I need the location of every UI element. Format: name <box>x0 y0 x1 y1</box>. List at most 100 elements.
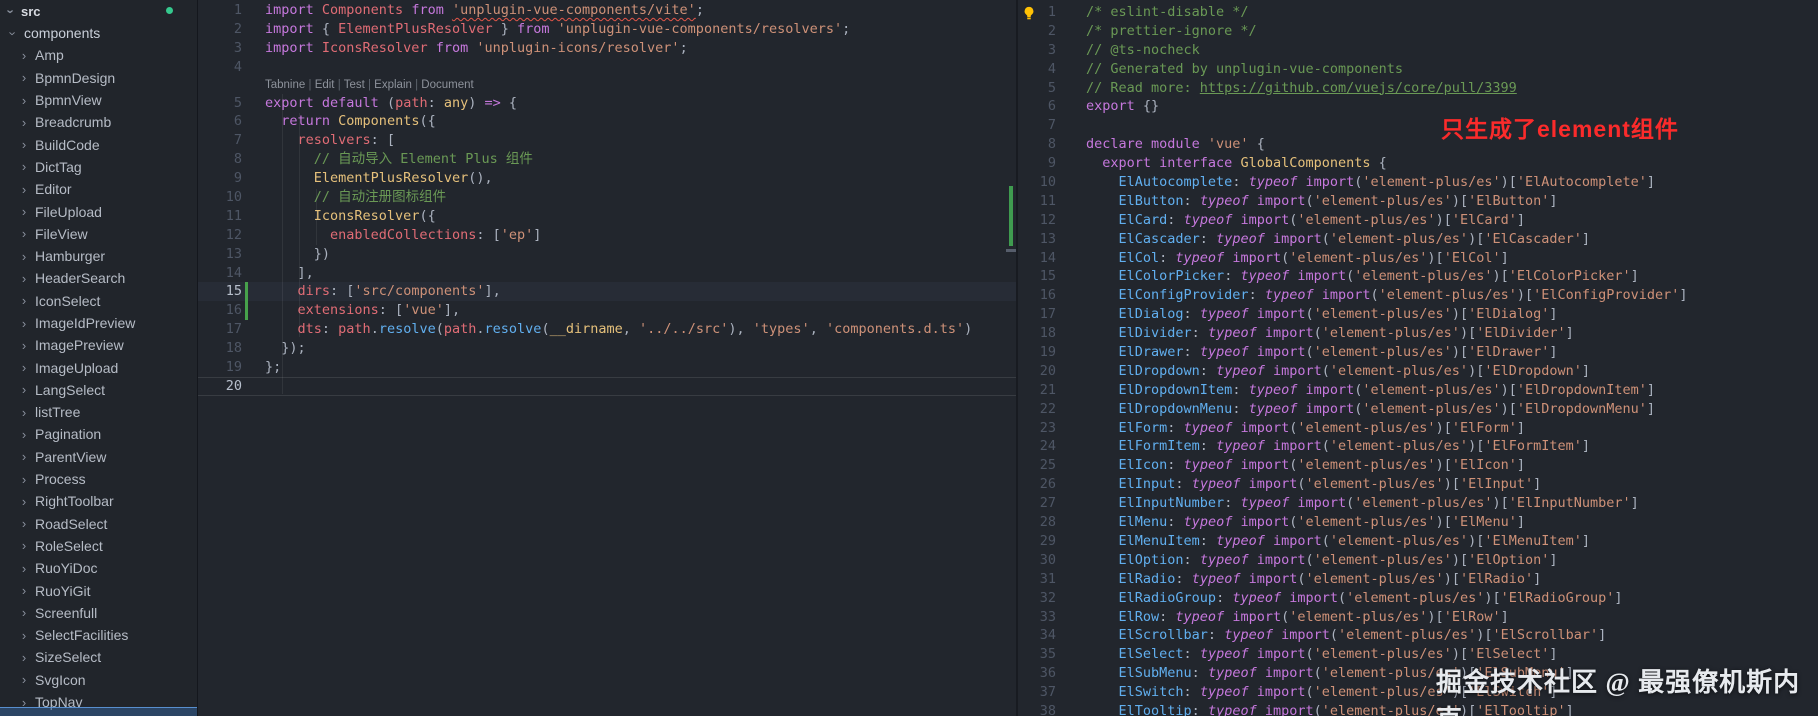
sidebar-item-label: Breadcrumb <box>35 114 111 130</box>
sidebar-item-components[interactable]: ›components <box>0 22 197 44</box>
code-line: 14 ], <box>198 264 1016 283</box>
code-text: ElCard: typeof import('element-plus/es')… <box>1064 211 1525 230</box>
line-number: 15 <box>1018 267 1056 286</box>
sidebar-item-BuildCode[interactable]: ›BuildCode <box>0 133 197 155</box>
code-text: /* eslint-disable */ <box>1064 3 1249 22</box>
sidebar-item-label: RuoYiDoc <box>35 560 98 576</box>
gutter <box>1056 135 1064 154</box>
sidebar-item-RoleSelect[interactable]: › RoleSelect <box>0 535 197 557</box>
line-number: 27 <box>1018 494 1056 513</box>
sidebar-item-DictTag[interactable]: ›DictTag <box>0 156 197 178</box>
code-line: 2import { ElementPlusResolver } from 'un… <box>198 20 1016 39</box>
chevron-down-icon: › <box>6 28 21 38</box>
code-text: ElForm: typeof import('element-plus/es')… <box>1064 419 1525 438</box>
line-number: 2 <box>1018 22 1056 41</box>
gutter <box>1056 97 1064 116</box>
sidebar-item-listTree[interactable]: ›listTree <box>0 401 197 423</box>
partial-selected-item[interactable] <box>0 707 197 716</box>
sidebar-item-HeaderSearch[interactable]: ›HeaderSearch <box>0 267 197 289</box>
sidebar-item-label: BpmnView <box>35 92 102 108</box>
line-number: 26 <box>1018 475 1056 494</box>
sidebar-item-RoadSelect[interactable]: ›RoadSelect <box>0 513 197 535</box>
code-line: 22 ElDropdownMenu: typeof import('elemen… <box>1018 400 1818 419</box>
sidebar-item-Amp[interactable]: ›Amp <box>0 44 197 66</box>
code-line: 24 ElFormItem: typeof import('element-pl… <box>1018 437 1818 456</box>
sidebar-item-label: ImageUpload <box>35 360 118 376</box>
line-number: 7 <box>1018 116 1056 135</box>
code-text: export default (path: any) => { <box>255 94 517 113</box>
code-line: 9 export interface GlobalComponents { <box>1018 154 1818 173</box>
codelens-action-edit[interactable]: Edit <box>315 79 335 91</box>
line-number: 3 <box>1018 41 1056 60</box>
gutter <box>242 20 255 39</box>
line-number: 2 <box>198 20 242 39</box>
sidebar-item-Editor[interactable]: ›Editor <box>0 178 197 200</box>
editor-pane-config[interactable]: 1import Components from 'unplugin-vue-co… <box>198 0 1016 716</box>
sidebar-item-IconSelect[interactable]: ›IconSelect <box>0 290 197 312</box>
chevron-right-icon: › <box>19 338 29 353</box>
line-number: 5 <box>198 94 242 113</box>
sidebar-item-label: RoleSelect <box>35 538 103 554</box>
gutter <box>1056 532 1064 551</box>
codelens-bar: Tabnine | Edit | Test | Explain | Docume… <box>198 77 1016 94</box>
code-text <box>255 58 265 77</box>
sidebar-item-Breadcrumb[interactable]: ›Breadcrumb <box>0 111 197 133</box>
chevron-right-icon: › <box>19 449 29 464</box>
explorer-section-header[interactable]: › src <box>0 0 197 22</box>
sidebar-item-Process[interactable]: ›Process <box>0 468 197 490</box>
line-number: 4 <box>198 58 242 77</box>
chevron-right-icon: › <box>19 538 29 553</box>
code-editor-window: › src ›components›Amp›BpmnDesign›BpmnVie… <box>0 0 1818 716</box>
line-number: 23 <box>1018 419 1056 438</box>
sidebar-item-FileView[interactable]: ›FileView <box>0 223 197 245</box>
gutter <box>242 58 255 77</box>
editor-pane-dts[interactable]: 1/* eslint-disable */2/* prettier-ignore… <box>1016 0 1818 716</box>
sidebar-item-label: Amp <box>35 47 64 63</box>
codelens-separator: | <box>412 79 421 91</box>
chevron-right-icon: › <box>19 382 29 397</box>
sidebar-item-SizeSelect[interactable]: ›SizeSelect <box>0 646 197 668</box>
line-number: 15 <box>198 282 242 301</box>
sidebar-item-Screenfull[interactable]: ›Screenfull <box>0 602 197 624</box>
sidebar-item-BpmnView[interactable]: ›BpmnView <box>0 89 197 111</box>
sidebar-item-label: SizeSelect <box>35 649 101 665</box>
chevron-right-icon: › <box>19 159 29 174</box>
file-tree: ›components›Amp›BpmnDesign›BpmnView›Brea… <box>0 22 197 713</box>
chevron-right-icon: › <box>19 293 29 308</box>
code-text: ElFormItem: typeof import('element-plus/… <box>1064 437 1590 456</box>
sidebar-item-ImageUpload[interactable]: ›ImageUpload <box>0 356 197 378</box>
sidebar-item-Hamburger[interactable]: ›Hamburger <box>0 245 197 267</box>
gutter <box>242 301 255 320</box>
sidebar-item-RuoYiGit[interactable]: ›RuoYiGit <box>0 579 197 601</box>
code-text: }) <box>255 245 330 264</box>
sidebar-item-BpmnDesign[interactable]: ›BpmnDesign <box>0 67 197 89</box>
sidebar-item-SelectFacilities[interactable]: ›SelectFacilities <box>0 624 197 646</box>
gutter <box>1056 513 1064 532</box>
chevron-down-icon: › <box>4 6 19 16</box>
codelens-action-tabnine[interactable]: Tabnine <box>265 79 305 91</box>
red-annotation-text: 只生成了element组件 <box>1441 110 1679 144</box>
gutter <box>242 1 255 20</box>
sidebar-item-Pagination[interactable]: ›Pagination <box>0 423 197 445</box>
codelens-action-document[interactable]: Document <box>421 79 473 91</box>
gutter <box>242 188 255 207</box>
gutter <box>1056 3 1064 22</box>
line-number: 11 <box>1018 192 1056 211</box>
sidebar-item-ImagePreview[interactable]: ›ImagePreview <box>0 334 197 356</box>
sidebar-item-SvgIcon[interactable]: ›SvgIcon <box>0 669 197 691</box>
sidebar-item-RightToolbar[interactable]: ›RightToolbar <box>0 490 197 512</box>
sidebar-item-RuoYiDoc[interactable]: ›RuoYiDoc <box>0 557 197 579</box>
sidebar-item-LangSelect[interactable]: ›LangSelect <box>0 379 197 401</box>
sidebar-item-ImageIdPreview[interactable]: ›ImageIdPreview <box>0 312 197 334</box>
code-text: ElRadio: typeof import('element-plus/es'… <box>1064 570 1541 589</box>
code-line: 5 export default (path: any) => { <box>198 94 1016 113</box>
codelens-action-explain[interactable]: Explain <box>374 79 412 91</box>
line-number: 37 <box>1018 683 1056 702</box>
code-text: ElCol: typeof import('element-plus/es')[… <box>1064 249 1509 268</box>
codelens-action-test[interactable]: Test <box>344 79 365 91</box>
code-line: 31 ElRadio: typeof import('element-plus/… <box>1018 570 1818 589</box>
overview-ruler[interactable] <box>1006 0 1016 716</box>
sidebar-item-FileUpload[interactable]: ›FileUpload <box>0 200 197 222</box>
sidebar-item-ParentView[interactable]: ›ParentView <box>0 446 197 468</box>
gutter <box>1056 475 1064 494</box>
